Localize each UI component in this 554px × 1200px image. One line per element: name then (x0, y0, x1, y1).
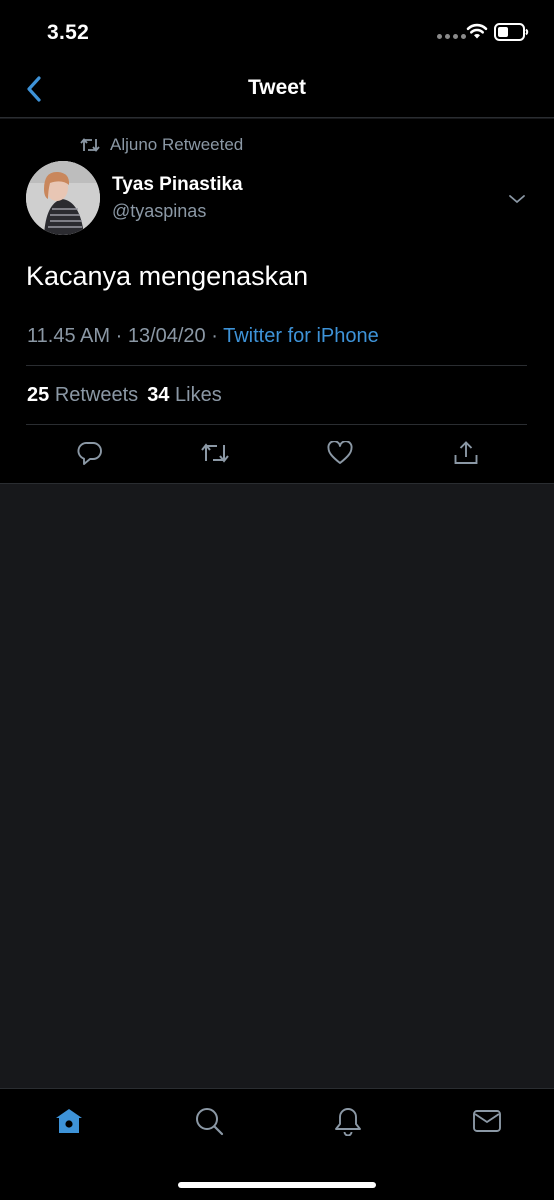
tweet-source-link[interactable]: Twitter for iPhone (223, 325, 379, 347)
tweet-detail: Aljuno Retweeted Tyas Pinastika @tyaspin… (0, 119, 554, 484)
author-handle[interactable]: @tyaspinas (112, 201, 206, 222)
search-icon (196, 1108, 224, 1136)
status-time: 3.52 (47, 21, 90, 44)
reply-icon (77, 442, 102, 465)
share-button[interactable] (451, 437, 481, 469)
tweet-actions (0, 437, 554, 473)
tweet-text: Kacanya mengenaskan (26, 261, 309, 291)
battery-icon (494, 23, 529, 41)
retweet-icon (80, 138, 100, 152)
tweet-meta: 11.45 AM · 13/04/20 · Twitter for iPhone (27, 325, 379, 348)
heart-icon (327, 441, 353, 464)
retweet-icon (201, 443, 229, 463)
likes-label: Likes (175, 384, 222, 406)
meta-separator: · (115, 325, 123, 347)
retweets-count-link[interactable]: 25 Retweets (27, 384, 138, 407)
bell-icon (335, 1108, 361, 1136)
home-icon (56, 1109, 82, 1133)
like-button[interactable] (325, 437, 355, 469)
avatar[interactable] (26, 161, 100, 235)
share-icon (454, 441, 478, 464)
reply-button[interactable] (75, 437, 105, 469)
tweet-date: 13/04/20 (127, 325, 206, 347)
navigation-header: Tweet (0, 62, 554, 118)
retweet-button[interactable] (200, 437, 230, 469)
likes-count-link[interactable]: 34 Likes (147, 384, 222, 407)
home-indicator[interactable] (178, 1182, 376, 1188)
retweet-context[interactable]: Aljuno Retweeted (80, 135, 243, 155)
page-title: Tweet (248, 76, 306, 99)
tweet-detail-screen: 3.52 Tweet Aljuno Retweeted Tyas Pinasti… (0, 0, 554, 1200)
tab-notifications[interactable] (332, 1105, 364, 1137)
more-options-button[interactable] (508, 191, 526, 209)
tweet-time: 11.45 AM (27, 325, 111, 347)
retweet-context-label: Aljuno Retweeted (110, 135, 244, 154)
author-name[interactable]: Tyas Pinastika (112, 174, 243, 196)
divider (26, 365, 527, 366)
signal-icon (437, 34, 466, 39)
tab-home[interactable] (53, 1105, 85, 1137)
chevron-down-icon (509, 195, 525, 204)
likes-count: 34 (147, 384, 170, 406)
divider (26, 424, 527, 425)
tab-messages[interactable] (471, 1105, 503, 1137)
mail-icon (473, 1110, 501, 1132)
meta-separator: · (211, 325, 218, 347)
tab-search[interactable] (193, 1105, 225, 1137)
retweets-label: Retweets (54, 384, 139, 406)
retweets-count: 25 (27, 384, 50, 406)
status-bar: 3.52 (0, 0, 554, 62)
engagement-counts: 25 Retweets 34 Likes (27, 384, 222, 407)
wifi-icon (466, 23, 488, 39)
